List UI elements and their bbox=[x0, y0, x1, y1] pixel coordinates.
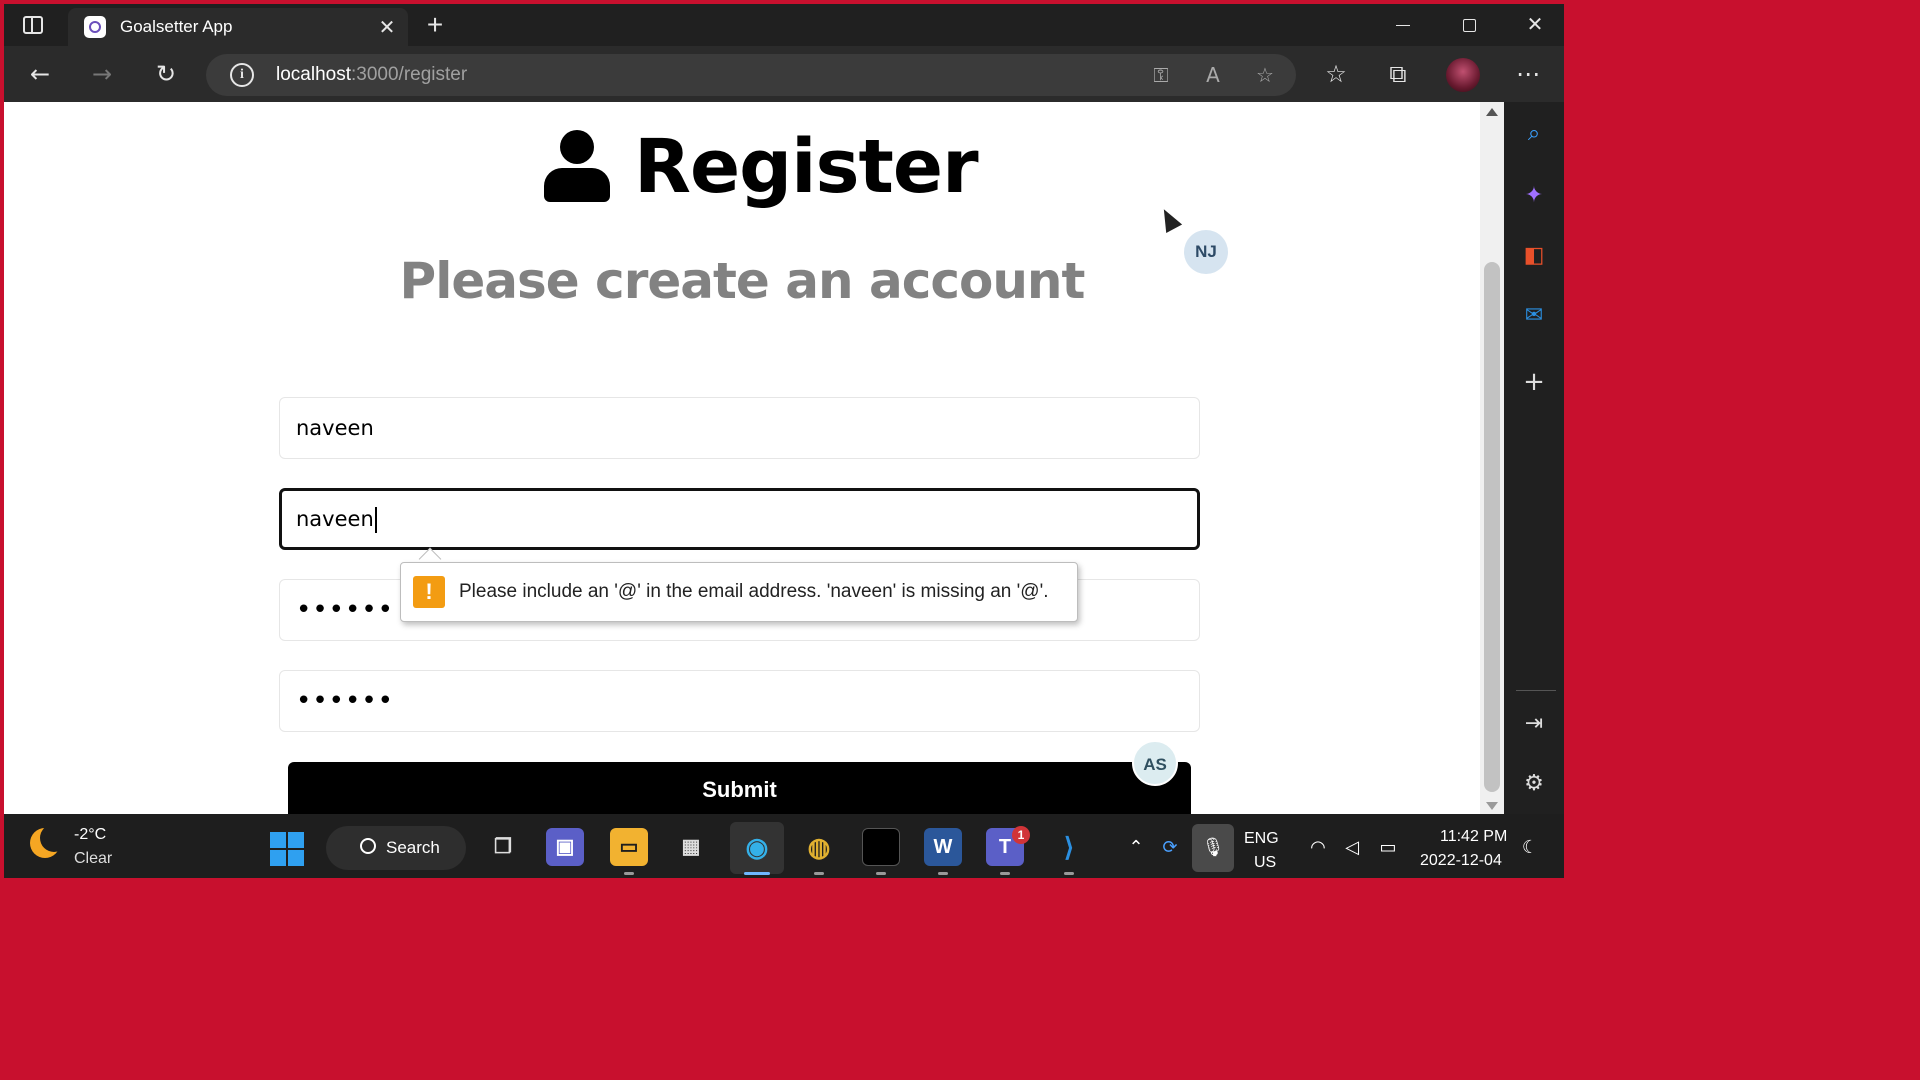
search-magnifier-icon bbox=[360, 838, 376, 854]
text-caret bbox=[374, 507, 377, 533]
close-window-button[interactable]: ✕ bbox=[1512, 8, 1558, 42]
minimize-button[interactable] bbox=[1380, 8, 1426, 42]
submit-button[interactable]: Submit bbox=[288, 762, 1191, 814]
teams-notification-badge: 1 bbox=[1012, 826, 1030, 844]
wifi-icon[interactable]: ◠ bbox=[1306, 836, 1330, 860]
register-heading: Register bbox=[544, 122, 979, 212]
collections-icon[interactable]: ⧉ bbox=[1382, 58, 1414, 90]
copilot-icon[interactable]: ✦ bbox=[1518, 180, 1550, 212]
url-text[interactable]: localhost:3000/register bbox=[276, 64, 467, 86]
scroll-up-icon[interactable] bbox=[1486, 108, 1498, 116]
screen: Goalsetter App ✕ + ✕ ← → ↻ i localhost:3… bbox=[4, 4, 1564, 878]
new-tab-button[interactable]: + bbox=[420, 10, 450, 40]
notification-moon-icon[interactable]: ☾ bbox=[1518, 836, 1542, 860]
weather-condition[interactable]: Clear bbox=[74, 850, 112, 868]
read-aloud-icon[interactable]: A bbox=[1200, 62, 1226, 88]
add-favorite-icon[interactable]: ☆ bbox=[1252, 62, 1278, 88]
tab-close-icon[interactable]: ✕ bbox=[376, 16, 398, 38]
chat-icon[interactable]: ▣ bbox=[546, 828, 584, 866]
back-icon[interactable]: ← bbox=[24, 58, 56, 90]
confirm-password-field[interactable]: •••••• bbox=[279, 670, 1200, 732]
microphone-icon[interactable]: 🎙 bbox=[1201, 836, 1225, 860]
clock-date[interactable]: 2022-12-04 bbox=[1420, 852, 1502, 870]
more-menu-icon[interactable]: ⋯ bbox=[1512, 58, 1544, 90]
terminal-running-indicator bbox=[876, 872, 886, 875]
confirm-password-field-value: •••••• bbox=[296, 686, 395, 716]
profile-avatar[interactable] bbox=[1446, 58, 1480, 92]
weather-moon-icon[interactable] bbox=[30, 824, 68, 862]
windows-taskbar: -2°C Clear Search ❐ ▣ ▭ ▦ ◉ ◍ W T 1 ⟩ ⌃ … bbox=[4, 814, 1564, 878]
word-running-indicator bbox=[938, 872, 948, 875]
mouse-cursor-icon bbox=[1155, 205, 1183, 233]
split-screen-icon[interactable]: ⇥ bbox=[1518, 708, 1550, 740]
settings-icon[interactable]: ⚙ bbox=[1518, 768, 1550, 800]
start-icon[interactable] bbox=[270, 832, 304, 866]
terminal-icon[interactable] bbox=[862, 828, 900, 866]
scroll-down-icon[interactable] bbox=[1486, 802, 1498, 810]
edge-sidebar: ⌕ ✦ ◧ ✉ + ⇥ ⚙ bbox=[1504, 102, 1564, 814]
page-title: Register bbox=[634, 124, 979, 210]
file-explorer-running-indicator bbox=[624, 872, 634, 875]
taskbar-search[interactable]: Search bbox=[326, 826, 466, 870]
validation-tooltip: ! Please include an '@' in the email add… bbox=[400, 562, 1078, 622]
user-icon bbox=[544, 130, 610, 204]
chrome-running-indicator bbox=[814, 872, 824, 875]
browser-toolbar: ← → ↻ i localhost:3000/register ⚿ A ☆ ☆ … bbox=[4, 46, 1564, 102]
restore-button[interactable] bbox=[1446, 8, 1492, 42]
web-page: Register Please create an account NJ nav… bbox=[4, 102, 1480, 814]
page-subtitle: Please create an account bbox=[399, 252, 1086, 310]
refresh-icon[interactable]: ↻ bbox=[150, 58, 182, 90]
url-host: localhost bbox=[276, 64, 351, 85]
volume-icon[interactable]: ◁ bbox=[1340, 836, 1364, 860]
edge-icon[interactable]: ◉ bbox=[738, 828, 776, 866]
browser-titlebar: Goalsetter App ✕ + ✕ bbox=[4, 4, 1564, 46]
sync-icon[interactable]: ⟳ bbox=[1158, 836, 1182, 860]
site-info-icon[interactable]: i bbox=[230, 63, 254, 87]
vscode-running-indicator bbox=[1064, 872, 1074, 875]
email-field[interactable]: naveen bbox=[279, 488, 1200, 550]
validation-message: Please include an '@' in the email addre… bbox=[459, 581, 1049, 602]
language-bottom[interactable]: US bbox=[1254, 854, 1276, 872]
weather-temp[interactable]: -2°C bbox=[74, 826, 106, 844]
browser-tab[interactable]: Goalsetter App ✕ bbox=[68, 8, 408, 46]
store-icon[interactable]: ▦ bbox=[672, 828, 710, 866]
clock-time[interactable]: 11:42 PM bbox=[1440, 828, 1507, 846]
name-field[interactable]: naveen bbox=[279, 397, 1200, 459]
outlook-icon[interactable]: ✉ bbox=[1518, 300, 1550, 332]
edge-active-indicator bbox=[744, 872, 770, 875]
language-top[interactable]: ENG bbox=[1244, 830, 1279, 848]
search-icon[interactable]: ⌕ bbox=[1518, 118, 1550, 150]
tray-overflow-icon[interactable]: ⌃ bbox=[1124, 836, 1148, 860]
favorites-icon[interactable]: ☆ bbox=[1320, 58, 1352, 90]
key-icon[interactable]: ⚿ bbox=[1148, 62, 1174, 88]
forward-icon[interactable]: → bbox=[86, 58, 118, 90]
page-scrollbar[interactable] bbox=[1480, 102, 1504, 814]
collaborator-avatar-as: AS bbox=[1132, 740, 1178, 786]
taskbar-search-label: Search bbox=[386, 838, 440, 857]
add-icon[interactable]: + bbox=[1518, 366, 1550, 398]
file-explorer-icon[interactable]: ▭ bbox=[610, 828, 648, 866]
teams-running-indicator bbox=[1000, 872, 1010, 875]
warning-icon: ! bbox=[413, 576, 445, 608]
sidebar-divider bbox=[1516, 690, 1556, 691]
word-icon[interactable]: W bbox=[924, 828, 962, 866]
password-field-value: •••••• bbox=[296, 595, 395, 625]
address-bar[interactable]: i localhost:3000/register ⚿ A ☆ bbox=[206, 54, 1296, 96]
collaborator-avatar-nj: NJ bbox=[1184, 230, 1228, 274]
vscode-icon[interactable]: ⟩ bbox=[1050, 828, 1088, 866]
scroll-thumb[interactable] bbox=[1484, 262, 1500, 792]
battery-icon[interactable]: ▭ bbox=[1376, 836, 1400, 860]
tab-actions-icon[interactable] bbox=[18, 12, 48, 38]
app-favicon-icon bbox=[84, 16, 106, 38]
task-view-icon[interactable]: ❐ bbox=[484, 828, 522, 866]
tab-title: Goalsetter App bbox=[120, 17, 233, 36]
chrome-icon[interactable]: ◍ bbox=[800, 828, 838, 866]
email-field-value: naveen bbox=[296, 507, 374, 531]
name-field-value: naveen bbox=[296, 416, 374, 440]
office-icon[interactable]: ◧ bbox=[1518, 240, 1550, 272]
url-path: :3000/register bbox=[351, 64, 468, 85]
